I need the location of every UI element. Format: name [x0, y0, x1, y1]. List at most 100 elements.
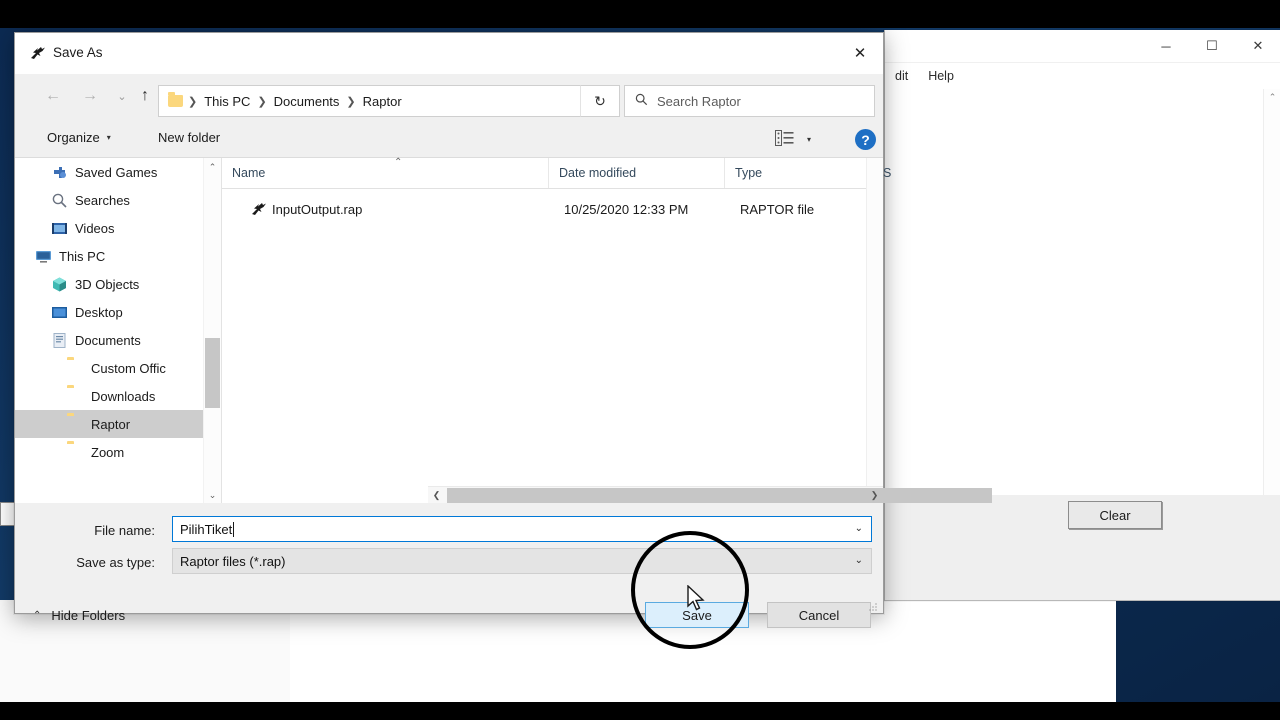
dialog-title: Save As: [53, 45, 103, 60]
sidebar-item-label: Videos: [75, 220, 115, 236]
breadcrumb-item-raptor[interactable]: Raptor: [361, 94, 404, 109]
file-name: InputOutput.rap: [272, 201, 363, 217]
column-header-label: Type: [735, 166, 763, 180]
text-caret: [233, 521, 235, 537]
sort-indicator-icon: ⌃: [394, 157, 403, 168]
minimize-button[interactable]: ─: [1143, 30, 1189, 62]
filename-input[interactable]: PilihTiket ⌄: [172, 516, 872, 542]
search-input[interactable]: Search Raptor: [624, 85, 875, 117]
hscrollbar-thumb[interactable]: [447, 488, 992, 503]
menu-item-help[interactable]: Help: [918, 66, 964, 86]
scroll-left-icon[interactable]: ❮: [428, 487, 445, 504]
file-date-modified: 10/25/2020 12:33 PM: [564, 201, 689, 217]
navigation-bar: ← → ⌄ ↑ ❯ This PC ❯ Documents ❯ Raptor ⌄…: [15, 74, 883, 118]
filename-dropdown-icon[interactable]: ⌄: [855, 523, 863, 534]
savetype-select[interactable]: Raptor files (*.rap) ⌄: [172, 548, 872, 574]
scroll-right-icon[interactable]: ❯: [866, 487, 883, 504]
save-form: File name: PilihTiket ⌄ Save as type: Ra…: [15, 503, 883, 628]
organize-button[interactable]: Organize ▾: [41, 127, 117, 148]
refresh-button[interactable]: ↻: [580, 85, 620, 117]
table-row[interactable]: InputOutput.rap 10/25/2020 12:33 PM RAPTOR…: [222, 194, 883, 224]
sidebar-item-label: 3D Objects: [75, 276, 140, 292]
breadcrumb-separator-1: ❯: [257, 95, 267, 108]
mouse-cursor: [686, 584, 706, 613]
file-list-pane: Name Date modified Type S ⌃ InputOutput.rap 1…: [221, 157, 992, 504]
column-header-type[interactable]: Type: [724, 158, 872, 188]
sidebar-item-saved-games[interactable]: Saved Games: [15, 158, 207, 186]
savetype-dropdown-icon[interactable]: ⌄: [855, 555, 863, 566]
file-list-hscrollbar[interactable]: ❮ ❯: [428, 486, 992, 504]
breadcrumb[interactable]: ❯ This PC ❯ Documents ❯ Raptor: [158, 85, 574, 117]
sidebar-item-this-pc[interactable]: This PC: [15, 242, 207, 270]
folder-icon: [67, 416, 84, 433]
up-button[interactable]: ↑: [131, 82, 159, 110]
sidebar-item-zoom[interactable]: Zoom: [15, 438, 207, 466]
window-controls: ─ ☐ ✕: [1143, 30, 1280, 62]
sidebar-item-videos[interactable]: Videos: [15, 214, 207, 242]
dialog-titlebar: Save As ✕: [15, 33, 883, 74]
view-layout-icon[interactable]: [775, 130, 794, 146]
screen-top-letterbox: [0, 0, 1280, 28]
this-pc-icon: [35, 248, 52, 265]
background-window-titlebar: ─ ☐ ✕: [885, 30, 1280, 63]
file-list-vscrollbar[interactable]: [866, 158, 883, 504]
filename-label: File name:: [94, 523, 155, 538]
cancel-button[interactable]: Cancel: [767, 602, 871, 628]
screen: ─ ☐ ✕ dit Help ⌃ ⌄ Clear Save: [0, 0, 1280, 720]
new-folder-button[interactable]: New folder: [152, 127, 226, 148]
resize-grip-icon[interactable]: [868, 599, 878, 611]
back-button[interactable]: ←: [39, 82, 67, 110]
sidebar-item-label: Raptor: [91, 416, 131, 432]
menu-item-edit[interactable]: dit: [885, 66, 918, 86]
sidebar-item-downloads[interactable]: Downloads: [15, 382, 207, 410]
folder-icon: [67, 388, 84, 405]
folder-icon: [67, 360, 84, 377]
clear-button[interactable]: Clear: [1068, 501, 1162, 529]
search-placeholder: Search Raptor: [657, 93, 741, 109]
sidebar-item-desktop[interactable]: Desktop: [15, 298, 207, 326]
scroll-down-icon[interactable]: ⌄: [204, 486, 221, 504]
savetype-value: Raptor files (*.rap): [180, 553, 286, 569]
column-header-date-modified[interactable]: Date modified: [548, 158, 724, 188]
navigation-pane: Saved Games Searches Videos This PC 3D Objec…: [15, 158, 207, 504]
view-dropdown-caret-icon[interactable]: ▾: [807, 135, 811, 144]
close-button[interactable]: ✕: [1235, 30, 1280, 62]
sidebar-item-documents[interactable]: Documents: [15, 326, 207, 354]
hide-folders-label: Hide Folders: [51, 608, 126, 623]
sidebar-item-label: Saved Games: [75, 164, 158, 180]
organize-label: Organize: [47, 130, 100, 145]
dialog-toolbar: Organize ▾ New folder ▾ ?: [15, 118, 883, 158]
desktop-icon: [51, 304, 68, 321]
scroll-up-icon[interactable]: ⌃: [1264, 89, 1280, 106]
breadcrumb-item-this-pc[interactable]: This PC: [202, 94, 252, 109]
folder-icon: [67, 444, 84, 461]
sidebar-item-label: Custom Offic: [91, 360, 166, 376]
column-header-label: Name: [232, 166, 266, 180]
saved-games-icon: [51, 164, 68, 181]
sidebar-item-3d-objects[interactable]: 3D Objects: [15, 270, 207, 298]
help-button[interactable]: ?: [855, 129, 876, 150]
breadcrumb-item-documents[interactable]: Documents: [272, 94, 342, 109]
sidebar-item-custom-offic[interactable]: Custom Offic: [15, 354, 207, 382]
chevron-down-icon: ▾: [106, 133, 111, 142]
file-rows: InputOutput.rap 10/25/2020 12:33 PM RAPTOR…: [222, 194, 883, 224]
sidebar-item-searches[interactable]: Searches: [15, 186, 207, 214]
sidebar-item-raptor[interactable]: Raptor: [15, 410, 207, 438]
hide-folders-toggle[interactable]: ⌃ Hide Folders: [33, 608, 125, 623]
dialog-content: Saved Games Searches Videos This PC 3D Objec…: [15, 157, 992, 504]
dialog-close-button[interactable]: ✕: [837, 33, 883, 73]
raptor-icon: [29, 44, 47, 62]
navigation-pane-scrollbar[interactable]: ⌃ ⌄: [203, 158, 221, 504]
scrollbar-thumb[interactable]: [205, 338, 220, 408]
maximize-button[interactable]: ☐: [1189, 30, 1235, 62]
raptor-file-icon: [250, 200, 268, 218]
column-headers: Name Date modified Type S ⌃: [222, 157, 891, 189]
documents-icon: [51, 332, 68, 349]
sidebar-item-label: Documents: [75, 332, 141, 348]
background-window-menubar: dit Help: [885, 63, 1280, 89]
column-header-name[interactable]: Name: [222, 158, 548, 188]
file-type: RAPTOR file: [740, 201, 815, 217]
scroll-up-icon[interactable]: ⌃: [204, 158, 221, 176]
forward-button[interactable]: →: [76, 82, 104, 110]
save-as-dialog: Save As ✕ ← → ⌄ ↑ ❯ This PC ❯ Documents …: [14, 32, 992, 628]
